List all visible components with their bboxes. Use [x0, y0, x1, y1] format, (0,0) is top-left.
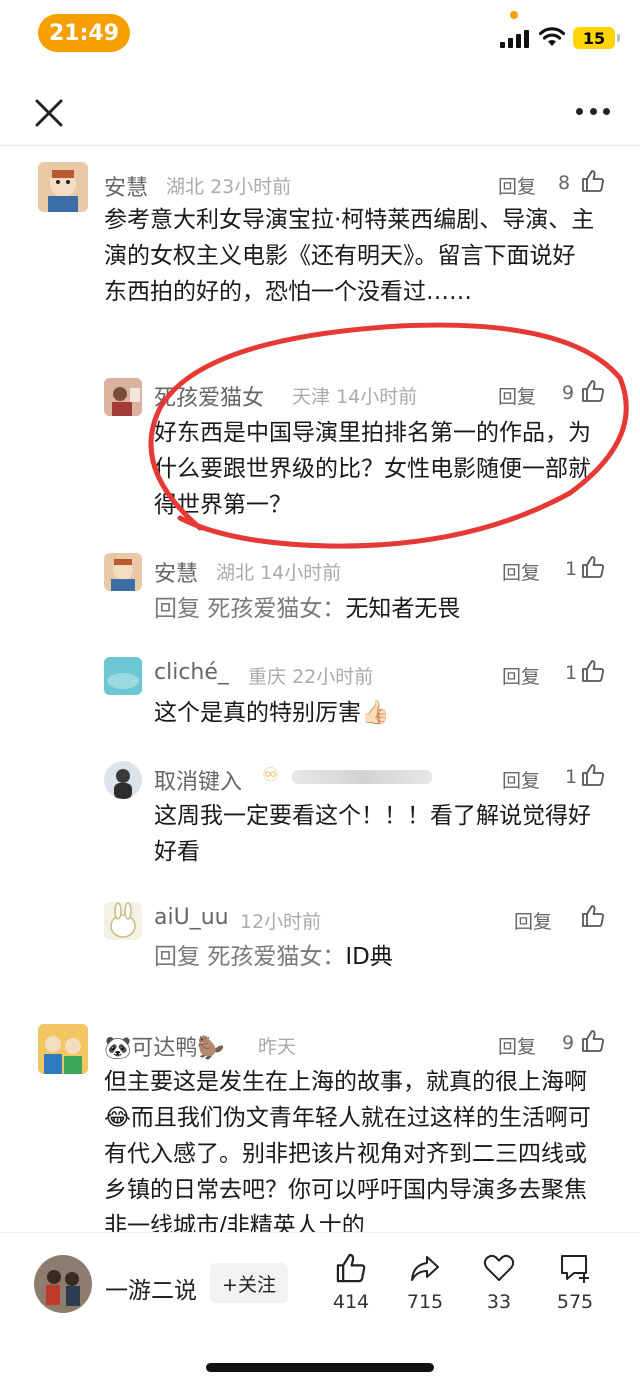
commenter-name[interactable]: 取消键入 [154, 764, 242, 796]
commenter-name[interactable]: aiU_uu [154, 905, 229, 930]
status-bar: 21:49 15 [0, 0, 640, 70]
comment-time: 22小时前 [292, 666, 374, 688]
comment-text: 回复 死孩爱猫女：ID典 [154, 939, 598, 975]
avatar[interactable] [38, 1024, 88, 1074]
share-total: 715 [406, 1291, 444, 1313]
thumbs-up-icon [336, 1253, 366, 1283]
reply-target-name[interactable]: 死孩爱猫女： [207, 944, 345, 970]
comment-meta: 天津 14小时前 [292, 382, 417, 409]
reply-target-name[interactable]: 死孩爱猫女： [207, 596, 345, 622]
thumbs-up-icon[interactable] [580, 168, 606, 194]
cellular-signal-icon [500, 28, 530, 48]
reply-button[interactable]: 回复 [498, 1032, 536, 1059]
comment-text: 这周我一定要看这个！！！看了解说觉得好好看 [154, 803, 591, 865]
comment-location: 湖北 [216, 562, 255, 584]
user-badge-icon: ♾ [262, 764, 280, 786]
commenter-name[interactable]: 安慧 [154, 556, 198, 588]
follow-button[interactable]: +关注 [210, 1263, 288, 1303]
reply-body: 无知者无畏 [345, 596, 461, 622]
thumbs-up-icon[interactable] [580, 658, 606, 684]
favorite-button[interactable]: 33 [464, 1251, 534, 1313]
reply-button[interactable]: 回复 [502, 766, 540, 793]
bottom-action-bar: 一游二说 +关注 414 715 33 575 [0, 1232, 640, 1386]
favorite-total: 33 [486, 1291, 512, 1313]
like-button[interactable]: 414 [316, 1251, 386, 1313]
share-arrow-icon [411, 1256, 439, 1281]
thumbs-up-icon[interactable] [580, 378, 606, 404]
avatar[interactable] [104, 378, 142, 416]
more-dot [576, 108, 583, 115]
comment-text: 好东西是中国导演里拍排名第一的作品，为什么要跟世界级的比？女性电影随便一部就得世… [154, 420, 591, 518]
privacy-indicator-dot [510, 11, 518, 19]
like-count: 1 [565, 558, 578, 580]
reply-button[interactable]: 回复 [502, 558, 540, 585]
comment-text: 这个是真的特别厉害👍🏻 [154, 700, 390, 726]
reply-prefix: 回复 [154, 596, 200, 622]
more-dot [589, 108, 597, 115]
like-total: 414 [332, 1291, 370, 1313]
comment-time: 23小时前 [210, 176, 292, 198]
share-button[interactable]: 715 [390, 1251, 460, 1313]
avatar[interactable] [104, 902, 142, 940]
commenter-name[interactable]: 死孩爱猫女 [154, 380, 264, 412]
comment-location: 重庆 [248, 666, 287, 688]
like-count: 9 [562, 382, 575, 404]
comment-time: 14小时前 [336, 386, 418, 408]
avatar[interactable] [104, 553, 142, 591]
home-indicator[interactable] [206, 1363, 434, 1372]
wifi-icon [538, 27, 566, 46]
avatar[interactable] [104, 761, 142, 799]
like-count: 8 [558, 172, 571, 194]
thumbs-up-icon[interactable] [580, 903, 606, 929]
comment-button[interactable]: 575 [540, 1251, 610, 1313]
comment-location: 湖北 [166, 176, 205, 198]
author-name[interactable]: 一游二说 [105, 1271, 197, 1305]
reply-button[interactable]: 回复 [514, 907, 552, 934]
comment-text: 参考意大利女导演宝拉·柯特莱西编剧、导演、主演的女权主义电影《还有明天》。留言下… [104, 207, 595, 305]
comment-meta: 重庆 22小时前 [248, 662, 373, 689]
comment-text: 回复 死孩爱猫女：无知者无畏 [154, 591, 598, 627]
reply-prefix: 回复 [154, 944, 200, 970]
reply-body: ID典 [345, 944, 393, 970]
blurred-meta [292, 770, 432, 784]
close-button[interactable] [30, 94, 68, 132]
thumbs-up-icon[interactable] [580, 554, 606, 580]
avatar[interactable] [38, 162, 88, 212]
reply-button[interactable]: 回复 [498, 172, 536, 199]
like-count: 1 [565, 662, 578, 684]
more-dot [603, 108, 610, 115]
comment-location: 天津 [292, 386, 331, 408]
heart-icon [483, 1254, 515, 1281]
comment-meta: 湖北 23小时前 [166, 172, 291, 199]
avatar[interactable] [104, 657, 142, 695]
comment-plus-icon [561, 1255, 589, 1283]
comment-time: 12小时前 [240, 911, 322, 933]
more-options-button[interactable] [576, 108, 610, 118]
commenter-name[interactable]: 安慧 [104, 170, 148, 202]
reply-button[interactable]: 回复 [502, 662, 540, 689]
thumbs-up-icon[interactable] [580, 1028, 606, 1054]
comment-meta: 湖北 14小时前 [216, 558, 341, 585]
like-count: 1 [565, 766, 578, 788]
reply-button[interactable]: 回复 [498, 382, 536, 409]
commenter-name[interactable]: 🐼可达鸭🦫 [104, 1030, 225, 1062]
like-count: 9 [562, 1032, 575, 1054]
close-icon [35, 99, 63, 127]
top-nav [0, 80, 640, 146]
thumbs-up-icon[interactable] [580, 762, 606, 788]
comment-text: 但主要这是发生在上海的故事，就真的很上海啊😂而且我们伪文青年轻人就在过这样的生活… [104, 1069, 591, 1232]
status-time: 21:49 [38, 14, 130, 52]
battery-indicator: 15 [573, 27, 620, 49]
comment-time: 14小时前 [260, 562, 342, 584]
comment-total: 575 [556, 1291, 594, 1313]
comment-time: 昨天 [258, 1036, 297, 1058]
author-avatar[interactable] [34, 1255, 92, 1313]
commenter-name[interactable]: cliché_ [154, 660, 229, 685]
